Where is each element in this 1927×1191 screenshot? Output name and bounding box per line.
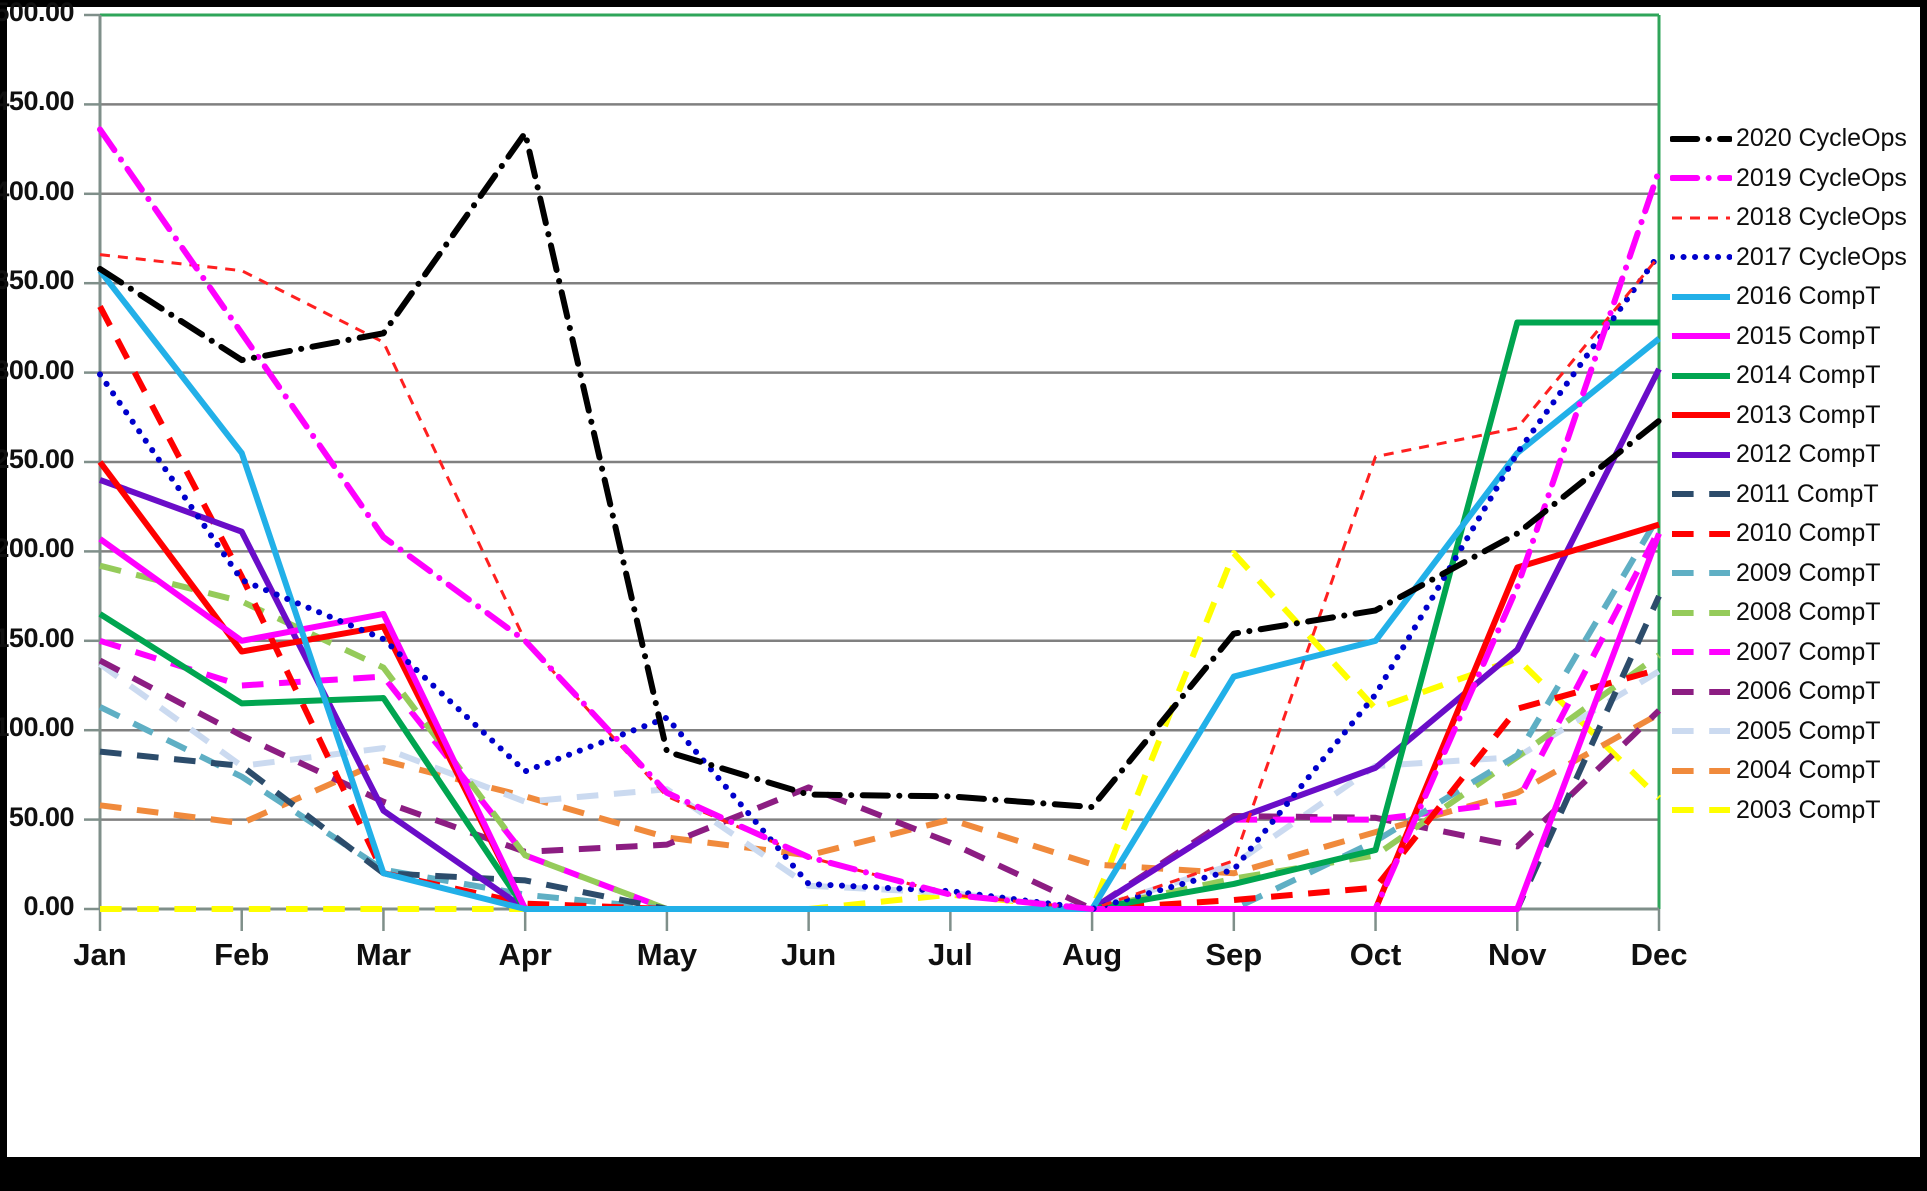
legend-item[interactable]: 2006 CompT — [1670, 672, 1920, 712]
legend-label: 2004 CompT — [1736, 756, 1881, 785]
chart-canvas: 0.00 50.00 100.00 150.00 200.00 250.00 300.00 3… — [0, 0, 1920, 1157]
legend-label: 2020 CycleOps — [1736, 124, 1907, 153]
series-line — [97, 126, 1662, 912]
legend-item[interactable]: 2011 CompT — [1670, 475, 1920, 515]
legend-swatch-icon — [1670, 641, 1732, 663]
y-tick-label: 300.00 — [0, 354, 74, 385]
legend-item[interactable]: 2019 CycleOps — [1669, 159, 1920, 199]
y-tick-label: 100.00 — [0, 712, 74, 743]
x-tick-label: Oct — [1349, 937, 1402, 972]
x-tick-label: Jun — [781, 937, 837, 972]
legend-label: 2005 CompT — [1736, 716, 1881, 745]
legend-item[interactable]: 2003 CompT — [1670, 791, 1920, 831]
legend-swatch-icon — [1670, 720, 1732, 742]
legend-label: 2014 CompT — [1736, 361, 1881, 390]
legend-item[interactable]: 2017 CycleOps — [1669, 238, 1920, 278]
legend-item[interactable]: 2014 CompT — [1670, 356, 1920, 396]
x-tick-label: Jul — [927, 937, 973, 972]
legend-label: 2007 CompT — [1736, 637, 1881, 666]
y-tick-label: 250.00 — [0, 444, 74, 474]
legend-swatch-icon — [1670, 365, 1732, 387]
chart-legend: 2020 CycleOps 2019 CycleOps 2018 CycleOps 2… — [1669, 119, 1920, 831]
legend-swatch-icon — [1670, 207, 1732, 229]
legend-label: 2016 CompT — [1736, 282, 1881, 311]
legend-swatch-icon — [1670, 681, 1732, 703]
x-tick-label: Nov — [1487, 937, 1547, 972]
legend-swatch-icon — [1669, 167, 1733, 189]
x-tick-label: Apr — [498, 937, 552, 972]
legend-swatch-icon — [1669, 128, 1733, 150]
legend-swatch-icon — [1670, 799, 1732, 821]
legend-swatch-icon — [1670, 325, 1732, 347]
y-tick-label: 400.00 — [0, 175, 74, 206]
legend-item[interactable]: 2013 CompT — [1670, 396, 1920, 436]
x-tick-label: Aug — [1061, 937, 1123, 972]
legend-swatch-icon — [1670, 523, 1732, 545]
legend-label: 2006 CompT — [1736, 677, 1881, 706]
series-line — [99, 562, 1661, 912]
legend-label: 2003 CompT — [1736, 795, 1881, 824]
legend-label: 2015 CompT — [1736, 321, 1881, 350]
legend-swatch-icon — [1669, 246, 1733, 268]
legend-swatch-icon — [1670, 404, 1732, 426]
legend-label: 2013 CompT — [1736, 400, 1881, 429]
legend-item[interactable]: 2016 CompT — [1670, 277, 1920, 317]
series-layer — [97, 126, 1662, 912]
legend-item[interactable]: 2009 CompT — [1670, 554, 1920, 594]
legend-item[interactable]: 2004 CompT — [1670, 751, 1920, 791]
legend-label: 2010 CompT — [1736, 519, 1881, 548]
legend-label: 2009 CompT — [1736, 558, 1881, 587]
legend-label: 2017 CycleOps — [1736, 242, 1907, 271]
x-tick-label: Dec — [1630, 937, 1688, 972]
y-tick-label: 500.00 — [0, 0, 74, 27]
y-tick-label: 350.00 — [0, 265, 74, 296]
x-tick-label: Jan — [73, 937, 127, 972]
legend-item[interactable]: 2005 CompT — [1670, 712, 1920, 752]
legend-item[interactable]: 2012 CompT — [1670, 435, 1920, 475]
y-tick-label: 150.00 — [0, 622, 74, 653]
legend-label: 2008 CompT — [1736, 598, 1881, 627]
legend-swatch-icon — [1670, 760, 1732, 782]
y-tick-label: 50.00 — [8, 801, 75, 832]
y-tick-label: 450.00 — [0, 86, 74, 117]
x-tick-label: May — [636, 937, 698, 972]
legend-swatch-icon — [1670, 562, 1732, 584]
legend-item[interactable]: 2007 CompT — [1670, 633, 1920, 673]
legend-swatch-icon — [1670, 483, 1732, 505]
chart-screenshot: 0.00 50.00 100.00 150.00 200.00 250.00 300.00 3… — [0, 0, 1927, 1191]
legend-label: 2018 CycleOps — [1736, 203, 1907, 232]
series-line — [97, 130, 1662, 811]
x-tick-label: Sep — [1205, 937, 1263, 972]
legend-item[interactable]: 2008 CompT — [1670, 593, 1920, 633]
x-tick-label: Mar — [355, 937, 412, 972]
legend-item[interactable]: 2015 CompT — [1670, 317, 1920, 357]
y-tick-label: 0.00 — [23, 891, 74, 921]
legend-label: 2011 CompT — [1736, 479, 1879, 508]
y-tick-label: 200.00 — [0, 533, 74, 564]
line-chart-plot — [84, 13, 1662, 931]
legend-swatch-icon — [1670, 286, 1732, 308]
legend-item[interactable]: 2018 CycleOps — [1670, 198, 1920, 238]
legend-swatch-icon — [1670, 444, 1732, 466]
legend-label: 2019 CycleOps — [1736, 163, 1907, 192]
legend-item[interactable]: 2020 CycleOps — [1669, 119, 1920, 159]
series-line — [97, 460, 1660, 912]
legend-item[interactable]: 2010 CompT — [1670, 514, 1920, 554]
legend-label: 2012 CompT — [1736, 440, 1881, 469]
x-tick-label: Feb — [214, 937, 270, 972]
legend-swatch-icon — [1670, 602, 1732, 624]
